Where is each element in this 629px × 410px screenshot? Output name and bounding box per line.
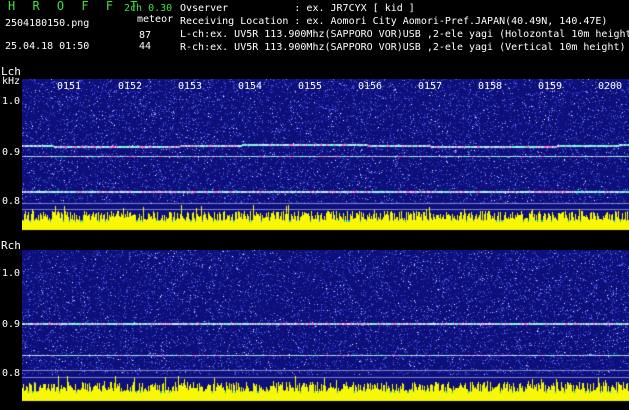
rch-info-line: R-ch:ex. UV5R 113.900Mhz(SAPPORO VOR)USB… bbox=[180, 42, 626, 53]
lch-spectrogram-canvas bbox=[22, 79, 629, 232]
time-tick-0159: 0159 bbox=[537, 81, 563, 92]
counter-label: meteor bbox=[137, 14, 174, 25]
rch-spectrogram-canvas bbox=[22, 250, 629, 403]
timestamp: 25.04.18 01:50 bbox=[5, 41, 90, 52]
lch-ytick-1-0: 1.0 bbox=[2, 96, 21, 107]
time-tick-0158: 0158 bbox=[477, 81, 503, 92]
time-tick-0152: 0152 bbox=[117, 81, 143, 92]
time-tick-0151: 0151 bbox=[56, 81, 82, 92]
observer-line: Ovserver : ex. JR7CYX [ kid ] bbox=[180, 3, 415, 14]
time-tick-0200: 0200 bbox=[597, 81, 623, 92]
khz-unit-label: kHz bbox=[2, 76, 21, 87]
lch-spectrogram bbox=[22, 79, 629, 232]
rch-ytick-0-9: 0.9 bbox=[2, 319, 21, 330]
lch-ytick-0-9: 0.9 bbox=[2, 147, 21, 158]
rch-count: 44 bbox=[139, 41, 152, 52]
file-name: 2504180150.png bbox=[5, 18, 90, 29]
rch-ytick-1-0: 1.0 bbox=[2, 268, 21, 279]
time-tick-0156: 0156 bbox=[357, 81, 383, 92]
lch-info-line: L-ch:ex. UV5R 113.900Mhz(SAPPORO VOR)USB… bbox=[180, 29, 629, 40]
rch-ytick-0-8: 0.8 bbox=[2, 368, 21, 379]
rch-label: Rch bbox=[1, 239, 21, 252]
time-tick-0154: 0154 bbox=[237, 81, 263, 92]
lch-ytick-0-8: 0.8 bbox=[2, 196, 21, 207]
location-line: Receiving Location : ex. Aomori City Aom… bbox=[180, 16, 608, 27]
mode-label: 2ch 0.30 bbox=[124, 3, 173, 14]
time-tick-0155: 0155 bbox=[297, 81, 323, 92]
app-title: H R O F F T bbox=[8, 0, 143, 13]
time-tick-0153: 0153 bbox=[177, 81, 203, 92]
time-tick-0157: 0157 bbox=[417, 81, 443, 92]
lch-count: 87 bbox=[139, 30, 152, 41]
rch-spectrogram bbox=[22, 250, 629, 403]
